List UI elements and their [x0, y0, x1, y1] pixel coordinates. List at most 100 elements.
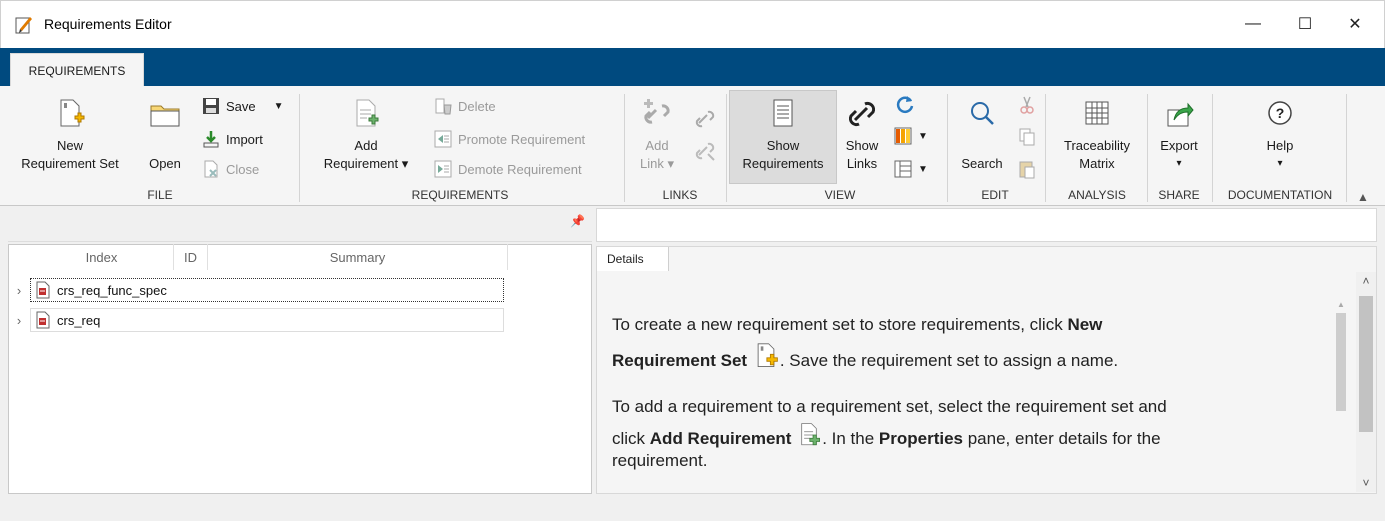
link-icon: [848, 101, 876, 127]
add-link-button[interactable]: Add Link ▾: [632, 98, 682, 173]
link-settings-icon[interactable]: [694, 108, 716, 130]
requirement-set-icon: [36, 311, 50, 329]
minimize-button[interactable]: —: [1238, 10, 1268, 38]
details-paragraph-2: To add a requirement to a requirement se…: [612, 392, 1332, 422]
group-label-edit: EDIT: [981, 188, 1009, 202]
requirement-set-icon: [36, 281, 50, 299]
new-document-icon: [757, 343, 778, 367]
scroll-thumb[interactable]: [1359, 296, 1373, 432]
demote-label: Demote Requirement: [458, 161, 582, 177]
import-icon: [203, 131, 219, 148]
outer-scrollbar[interactable]: ˄ ˅: [1356, 272, 1376, 492]
ribbon-tabstrip: [0, 48, 1385, 86]
folder-icon: [150, 105, 180, 127]
copy-icon[interactable]: [1018, 127, 1036, 147]
scroll-down-icon[interactable]: ˅: [1356, 476, 1376, 490]
promote-label: Promote Requirement: [458, 131, 586, 147]
export-label: Export: [1160, 138, 1198, 153]
demote-icon: [434, 160, 452, 178]
trace-label-1: Traceability: [1064, 138, 1130, 153]
collapse-ribbon-icon[interactable]: ▲: [1357, 190, 1369, 204]
separator: [1212, 94, 1213, 202]
new-document-icon: [60, 99, 85, 127]
promote-requirement-button[interactable]: Promote Requirement: [434, 130, 585, 148]
search-button[interactable]: Search: [952, 98, 1012, 173]
export-button[interactable]: Export ▾: [1150, 98, 1208, 173]
scroll-thumb[interactable]: [1336, 313, 1346, 411]
save-dropdown-icon[interactable]: ▼: [274, 101, 284, 112]
scroll-up-icon[interactable]: ▲: [1334, 300, 1348, 309]
show-links-button[interactable]: Show Links: [840, 98, 884, 173]
status-bar: [0, 497, 1385, 521]
tab-details[interactable]: Details: [597, 247, 669, 271]
add-requirement-button[interactable]: Add Requirement ▾: [308, 98, 424, 173]
layout-button[interactable]: ▼: [894, 160, 928, 178]
delete-icon: [435, 98, 452, 115]
traceability-matrix-button[interactable]: Traceability Matrix: [1050, 98, 1144, 173]
show-links-label-2: Links: [846, 156, 878, 171]
details-paragraph-1-cont: Requirement Set . Save the requirement s…: [612, 342, 1332, 376]
maximize-button[interactable]: ☐: [1290, 10, 1320, 38]
open-button[interactable]: Open: [140, 98, 190, 173]
group-label-analysis: ANALYSIS: [1068, 188, 1126, 202]
save-button[interactable]: Save ▼: [202, 97, 284, 115]
help-label: Help: [1266, 138, 1294, 153]
trace-label-2: Matrix: [1079, 156, 1115, 171]
document-lines-icon: [773, 99, 793, 127]
import-button[interactable]: Import: [202, 130, 263, 148]
delete-link-icon[interactable]: [694, 140, 716, 162]
close-label: Close: [226, 161, 260, 177]
help-button[interactable]: ? Help ▾: [1230, 98, 1330, 173]
column-selector-button[interactable]: ▼: [894, 127, 928, 145]
separator: [1045, 94, 1046, 202]
group-label-view: VIEW: [824, 188, 856, 202]
import-label: Import: [226, 131, 263, 147]
svg-text:?: ?: [1276, 105, 1285, 121]
bold-text: Add Requirement: [649, 429, 792, 448]
separator: [299, 94, 300, 202]
column-header-id[interactable]: ID: [174, 244, 208, 270]
column-header-summary[interactable]: Summary: [208, 244, 508, 270]
group-label-file: FILE: [147, 188, 173, 202]
group-label-documentation: DOCUMENTATION: [1227, 188, 1333, 202]
tab-requirements[interactable]: REQUIREMENTS: [10, 53, 144, 88]
text-segment: To create a new requirement set to store…: [612, 315, 1068, 334]
layout-icon: [894, 160, 912, 178]
close-set-button[interactable]: Close: [202, 160, 259, 178]
add-link-label-2: Link ▾: [640, 156, 674, 171]
help-icon: ?: [1268, 101, 1292, 125]
separator: [726, 94, 727, 202]
new-label-1: New: [56, 138, 83, 153]
demote-requirement-button[interactable]: Demote Requirement: [434, 160, 582, 178]
separator: [947, 94, 948, 202]
pin-icon[interactable]: 📌: [570, 214, 585, 228]
add-link-label-1: Add: [645, 138, 669, 153]
show-requirements-button[interactable]: Show Requirements: [729, 98, 837, 173]
text-segment: To add a requirement to a requirement se…: [612, 397, 1167, 416]
separator: [1147, 94, 1148, 202]
refresh-icon[interactable]: [894, 93, 916, 115]
new-requirement-set-button[interactable]: New Requirement Set: [10, 98, 130, 173]
scroll-up-icon[interactable]: ˄: [1356, 274, 1376, 288]
columns-dropdown-icon: ▼: [918, 130, 928, 142]
separator: [1346, 94, 1347, 202]
tree-row-label: crs_req: [57, 312, 101, 328]
app-icon: [15, 17, 32, 34]
delete-button[interactable]: Delete: [434, 97, 496, 115]
close-button[interactable]: ✕: [1340, 10, 1370, 38]
group-label-share: SHARE: [1158, 188, 1200, 202]
bold-text: Properties: [878, 429, 963, 448]
column-header-index[interactable]: Index: [30, 244, 174, 270]
window-title: Requirements Editor: [44, 16, 172, 32]
bold-text: Requirement Set: [612, 351, 748, 370]
expand-chevron-icon[interactable]: ›: [8, 313, 30, 328]
expand-chevron-icon[interactable]: ›: [8, 283, 30, 298]
paste-icon[interactable]: [1018, 159, 1036, 179]
show-links-label-1: Show: [845, 138, 879, 153]
tree-row[interactable]: › crs_req: [8, 306, 508, 334]
inner-scrollbar[interactable]: ▲: [1334, 300, 1348, 470]
cut-icon[interactable]: [1018, 95, 1036, 115]
tree-row[interactable]: › crs_req_func_spec: [8, 276, 508, 304]
open-label: Open: [149, 156, 181, 171]
group-label-requirements: REQUIREMENTS: [411, 188, 509, 202]
